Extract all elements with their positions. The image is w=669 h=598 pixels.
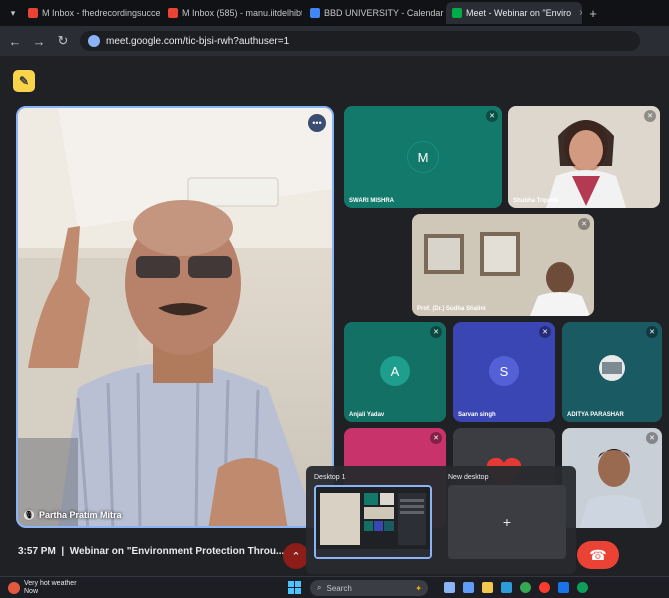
participant-video [599, 355, 625, 381]
hang-up-button[interactable]: ☎ [577, 541, 619, 569]
store-icon[interactable] [501, 582, 512, 593]
desktop-1-label: Desktop 1 [314, 474, 346, 481]
avatar: M [408, 142, 438, 172]
mic-off-icon: ✕ [430, 326, 442, 338]
mail-icon[interactable] [558, 582, 569, 593]
meeting-time: 3:57 PM [18, 546, 56, 557]
main-speaker-tile[interactable]: ••• 🎙 Partha Pratim Mitra [16, 106, 334, 528]
participant-name: Anjali Yadav [349, 412, 385, 418]
mic-icon: 🎙 [24, 510, 34, 520]
participant-video [546, 120, 626, 208]
weather-text: Very hot weather Now [24, 580, 77, 596]
tab-title: M Inbox (585) - manu.iitdelhibt [182, 8, 302, 18]
meeting-info: 3:57 PM | Webinar on "Environment Protec… [18, 546, 284, 557]
edge-icon[interactable] [577, 582, 588, 593]
participant-video [424, 232, 590, 316]
tab-calendar[interactable]: BBD UNIVERSITY - Calendar - × [304, 2, 444, 24]
participant-tile[interactable]: ✕ [562, 428, 662, 528]
forward-icon[interactable]: → [32, 34, 46, 49]
participant-video [580, 449, 648, 528]
meeting-title: Webinar on "Environment Protection Throu… [69, 546, 285, 557]
participant-tile[interactable]: ✕ ADITYA PARASHAR [562, 322, 662, 422]
gmail-icon [168, 8, 178, 18]
search-highlight-icon: ✦ [415, 583, 422, 593]
participant-name: SWARI MISHRA [349, 198, 394, 204]
url-text: meet.google.com/tic-bjsi-rwh?authuser=1 [106, 35, 290, 47]
search-placeholder: Search [326, 583, 352, 593]
back-icon[interactable]: ← [8, 34, 22, 49]
new-desktop-button[interactable]: + [448, 485, 566, 559]
tab-title: M Inbox - fhedrecordingsuccessful - [42, 8, 160, 18]
mic-off-icon: ✕ [646, 326, 658, 338]
meet-icon [452, 8, 462, 18]
tab-inbox-2[interactable]: M Inbox (585) - manu.iitdelhibt × [162, 2, 302, 24]
participant-tile[interactable]: ✕ Prof. (Dr.) Sudha Shalini [412, 214, 594, 316]
speaker-name-tag: 🎙 Partha Pratim Mitra [24, 510, 122, 520]
speaker-video [18, 108, 332, 526]
host-controls-icon[interactable]: ✎ [13, 70, 35, 92]
participant-tile[interactable]: S ✕ Sarvan singh [453, 322, 555, 422]
gmail-icon [28, 8, 38, 18]
screen: ▾ M Inbox - fhedrecordingsuccessful - × … [0, 0, 669, 598]
desktop-1[interactable]: Desktop 1 [314, 474, 432, 559]
calendar-icon [310, 8, 320, 18]
speaker-name: Partha Pratim Mitra [39, 510, 122, 520]
participant-name: ADITYA PARASHAR [567, 412, 624, 418]
weather-icon [8, 582, 20, 594]
separator: | [58, 546, 67, 557]
tab-search-icon[interactable]: ▾ [6, 8, 20, 19]
participant-tile[interactable]: M ✕ SWARI MISHRA [344, 106, 502, 208]
mic-off-icon: ✕ [486, 110, 498, 122]
site-info-icon[interactable] [88, 35, 100, 47]
participant-tile[interactable]: ✕ Shubha Tripathi [508, 106, 660, 208]
tab-inbox-1[interactable]: M Inbox - fhedrecordingsuccessful - × [22, 2, 160, 24]
weather-widget[interactable]: Very hot weather Now [8, 580, 77, 596]
participant-name: Sarvan singh [458, 412, 496, 418]
plus-icon: + [502, 514, 512, 530]
chrome-icon[interactable] [520, 582, 531, 593]
tab-title: BBD UNIVERSITY - Calendar - [324, 8, 444, 18]
address-bar: ← → ↻ meet.google.com/tic-bjsi-rwh?authu… [0, 26, 669, 56]
more-options-icon[interactable]: ••• [308, 114, 326, 132]
url-input[interactable]: meet.google.com/tic-bjsi-rwh?authuser=1 [80, 31, 640, 51]
participant-name: Prof. (Dr.) Sudha Shalini [417, 306, 486, 312]
opera-icon[interactable] [539, 582, 550, 593]
mic-off-icon: ✕ [646, 432, 658, 444]
mic-off-icon: ✕ [539, 326, 551, 338]
tab-title: Meet - Webinar on "Enviro [466, 8, 572, 18]
desktop-preview [316, 487, 430, 557]
widgets-icon[interactable] [463, 582, 474, 593]
desktop-2[interactable]: New desktop + [448, 474, 566, 559]
mic-off-icon: ✕ [644, 110, 656, 122]
windows-taskbar: Very hot weather Now ⌕ Search ✦ [0, 576, 669, 598]
task-view-panel: Desktop 1 New desktop + [306, 466, 576, 574]
tab-meet[interactable]: Meet - Webinar on "Enviro × [446, 2, 582, 24]
participant-tile[interactable]: A ✕ Anjali Yadav [344, 322, 446, 422]
new-tab-button[interactable]: + [584, 4, 602, 22]
windows-start-icon[interactable] [288, 581, 301, 594]
browser-tab-bar: ▾ M Inbox - fhedrecordingsuccessful - × … [0, 0, 669, 26]
taskbar-search-input[interactable]: ⌕ Search ✦ [310, 580, 428, 596]
desktop-1-thumbnail[interactable] [314, 485, 432, 559]
avatar: S [489, 356, 519, 386]
file-explorer-icon[interactable] [482, 582, 493, 593]
avatar: A [380, 356, 410, 386]
close-icon[interactable]: × [579, 8, 582, 19]
search-icon: ⌕ [317, 583, 322, 592]
mic-off-icon: ✕ [578, 218, 590, 230]
reload-icon[interactable]: ↻ [56, 33, 70, 49]
participant-name: Shubha Tripathi [513, 198, 559, 204]
mic-off-icon: ✕ [430, 432, 442, 444]
weather-line1: Very hot weather [24, 580, 77, 587]
desktop-2-label: New desktop [448, 474, 489, 481]
weather-line2: Now [24, 588, 39, 595]
task-view-icon[interactable] [444, 582, 455, 593]
